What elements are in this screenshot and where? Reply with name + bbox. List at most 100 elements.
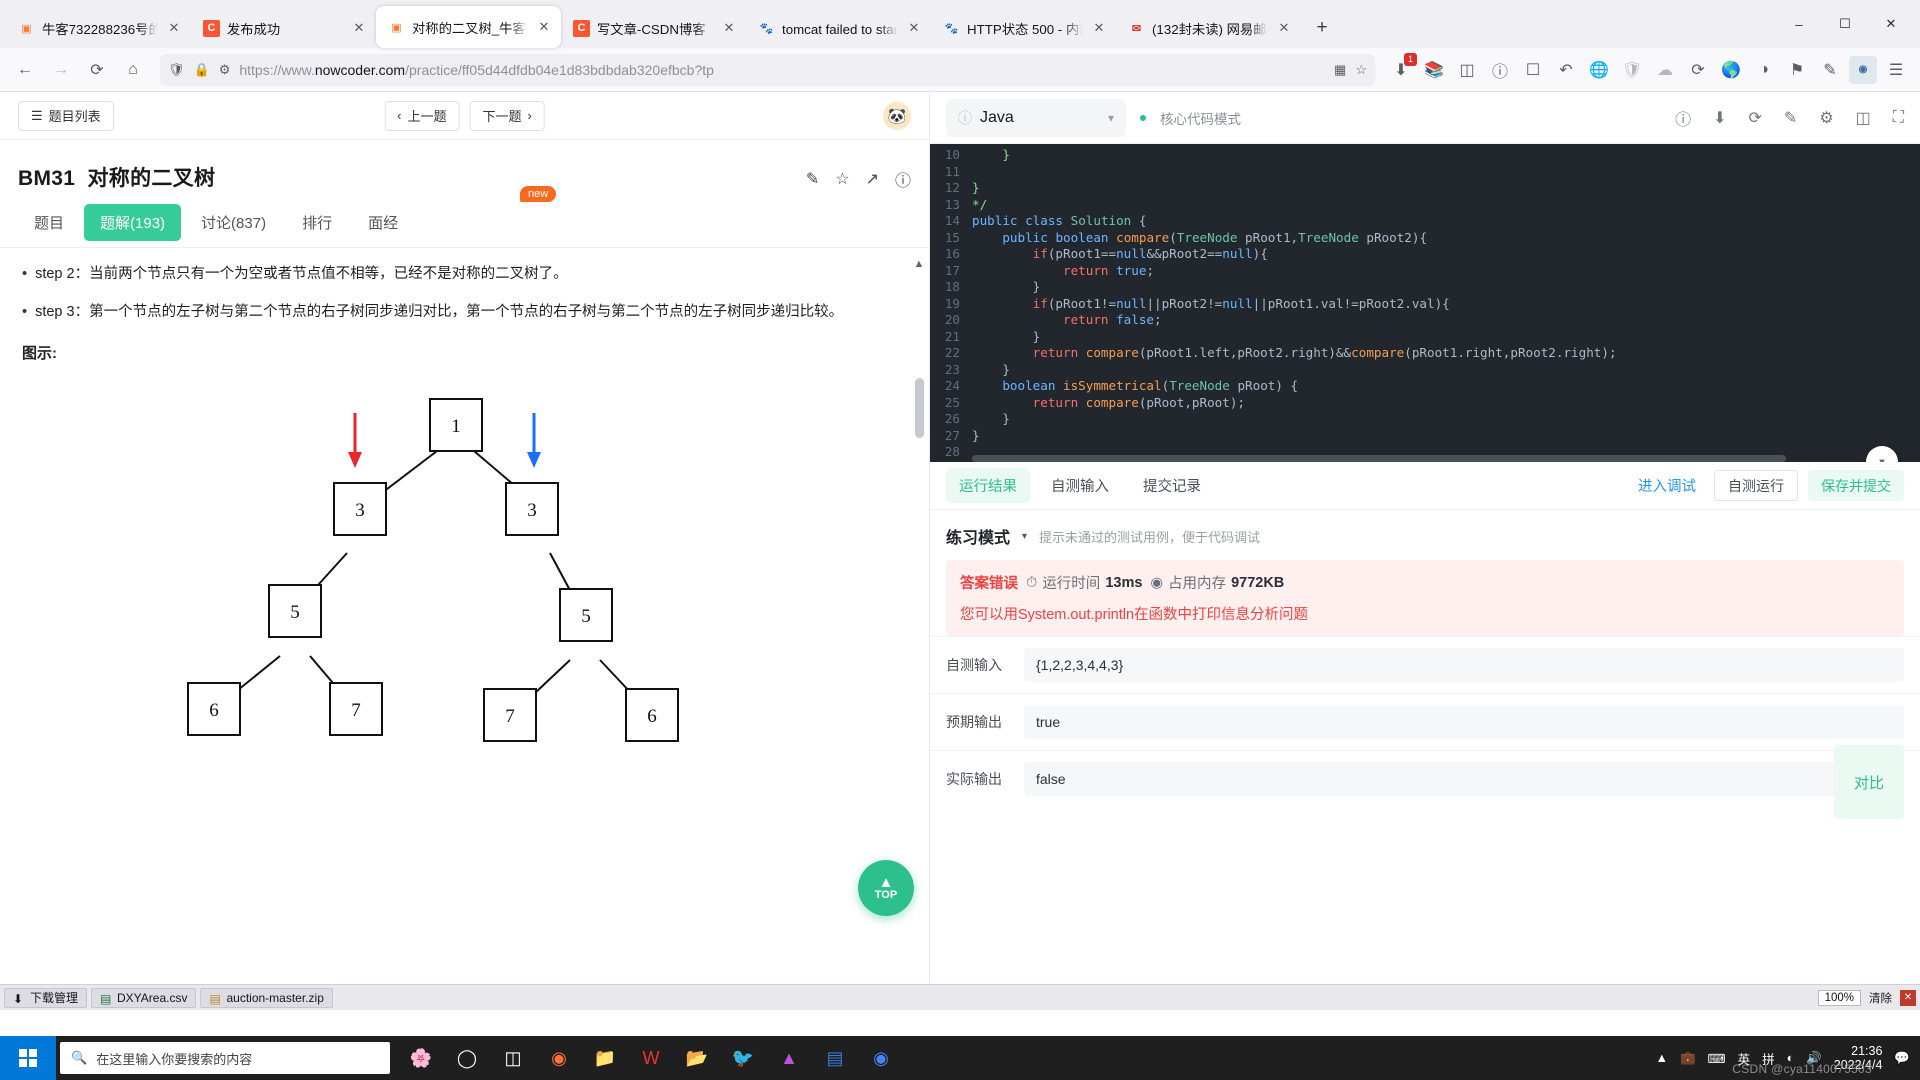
browser-tab-1[interactable]: ▣ 牛客732288236号的个人主页 ✕ xyxy=(6,8,191,48)
qr-icon[interactable]: ▦ xyxy=(1334,62,1346,78)
back-to-top-button[interactable]: ▲ TOP xyxy=(858,860,914,916)
download-icon[interactable]: ⬇ xyxy=(1713,108,1726,128)
account-icon[interactable]: ⓘ xyxy=(1484,54,1516,86)
fullscreen-icon[interactable]: ⛶ xyxy=(1893,109,1904,127)
compare-button[interactable]: 对比 xyxy=(1834,745,1904,819)
keyboard-icon[interactable]: ⌨ xyxy=(1708,1051,1726,1066)
language-selector[interactable]: ⓘ Java ▾ xyxy=(946,98,1126,137)
tab-solutions[interactable]: 题解(193) xyxy=(84,204,182,241)
browser-tab-3-active[interactable]: ▣ 对称的二叉树_牛客题霸_牛客网 ✕ xyxy=(376,6,561,48)
download-item[interactable]: ▤ DXYArea.csv xyxy=(91,987,197,1008)
library-icon[interactable]: 📚 xyxy=(1418,54,1450,86)
profile-extension-icon[interactable]: ◉ xyxy=(1847,54,1879,86)
pocket-icon[interactable]: ⚑ xyxy=(1781,54,1813,86)
cloud-extension-icon[interactable]: ☁ xyxy=(1649,54,1681,86)
zoom-level[interactable]: 100% xyxy=(1817,989,1861,1006)
firefox-icon[interactable]: ◉ xyxy=(538,1036,580,1080)
tab-ranking[interactable]: 排行 xyxy=(286,204,348,241)
chevron-down-icon[interactable]: ▾ xyxy=(1022,531,1027,542)
close-window-button[interactable]: ✕ xyxy=(1868,0,1914,48)
tray-app-icon[interactable]: 💼 xyxy=(1680,1051,1696,1066)
content-scrollbar[interactable]: ▲ xyxy=(914,258,926,984)
star-icon[interactable]: ☆ xyxy=(835,169,849,189)
folder-icon[interactable]: 📂 xyxy=(676,1036,718,1080)
reload-icon[interactable]: ⟳ xyxy=(80,54,114,86)
dark-mode-icon[interactable]: ◑ xyxy=(1748,54,1780,86)
practice-mode-label[interactable]: 练习模式 xyxy=(946,524,1010,548)
file-explorer-icon[interactable]: 📁 xyxy=(584,1036,626,1080)
screenshot-icon[interactable]: ☐ xyxy=(1517,54,1549,86)
download-manager-button[interactable]: ⬇ 下载管理 xyxy=(4,987,88,1008)
close-download-bar-icon[interactable]: ✕ xyxy=(1900,989,1916,1006)
self-run-button[interactable]: 自测运行 xyxy=(1714,470,1798,501)
notifications-icon[interactable]: 💬 xyxy=(1894,1051,1910,1066)
scrollbar-thumb[interactable] xyxy=(915,378,924,438)
tab-close-icon[interactable]: ✕ xyxy=(350,20,368,36)
qq-icon[interactable]: 🐦 xyxy=(722,1036,764,1080)
cortana-icon[interactable]: ◯ xyxy=(446,1036,488,1080)
pane-resize-handle[interactable]: ⋮ xyxy=(930,450,933,461)
wps-icon[interactable]: W xyxy=(630,1036,672,1080)
tab-run-result[interactable]: 运行结果 xyxy=(946,468,1030,503)
reset-icon[interactable]: ⟳ xyxy=(1749,108,1762,128)
clear-downloads-button[interactable]: 清除 xyxy=(1869,990,1892,1006)
taskbar-search-input[interactable]: 🔍 在这里输入你要搜索的内容 xyxy=(60,1042,390,1074)
navicat-icon[interactable]: ▤ xyxy=(814,1036,856,1080)
minimize-button[interactable]: – xyxy=(1776,0,1822,48)
show-hidden-icons-icon[interactable]: ▲ xyxy=(1656,1051,1668,1065)
new-tab-button[interactable]: + xyxy=(1305,11,1339,45)
problem-list-button[interactable]: ☰ 题目列表 xyxy=(18,100,114,131)
sync-icon[interactable]: ⟳ xyxy=(1682,54,1714,86)
scroll-up-icon[interactable]: ▲ xyxy=(912,258,926,274)
taskbar-pinned-app-icon[interactable]: 🌸 xyxy=(400,1036,442,1080)
home-icon[interactable]: ⌂ xyxy=(116,54,150,86)
tab-close-icon[interactable]: ✕ xyxy=(1275,20,1293,36)
idea-icon[interactable]: ▲ xyxy=(768,1036,810,1080)
user-avatar[interactable]: 🐼 xyxy=(883,101,911,130)
code-editor[interactable]: 10 } 11 12} 13 */14 public class Solution {15… xyxy=(930,144,1920,462)
tab-self-test-input[interactable]: 自测输入 xyxy=(1038,468,1122,503)
browser-tab-4[interactable]: C 写文章-CSDN博客 ✕ xyxy=(561,8,746,48)
chrome-icon[interactable]: ◉ xyxy=(860,1036,902,1080)
tab-close-icon[interactable]: ✕ xyxy=(905,20,923,36)
task-view-icon[interactable]: ◫ xyxy=(492,1036,534,1080)
globe-icon[interactable]: 🌎 xyxy=(1715,54,1747,86)
maximize-button[interactable]: ☐ xyxy=(1822,0,1868,48)
note-icon[interactable]: ✎ xyxy=(1814,54,1846,86)
browser-tab-6[interactable]: 🐾 HTTP状态 500 - 内部服务器错误 ✕ xyxy=(931,8,1116,48)
edit-icon[interactable]: ✎ xyxy=(806,169,819,189)
tab-close-icon[interactable]: ✕ xyxy=(535,19,553,35)
format-icon[interactable]: ✎ xyxy=(1784,108,1797,128)
code-horizontal-scrollbar[interactable] xyxy=(972,455,1918,462)
browser-tab-2[interactable]: C 发布成功 ✕ xyxy=(191,8,376,48)
help-icon[interactable]: ⓘ xyxy=(1675,106,1691,130)
address-bar[interactable]: 🛡 🔒 ⚙ https://www.nowcoder.com/practice/… xyxy=(160,53,1375,86)
layout-icon[interactable]: ◫ xyxy=(1856,108,1871,128)
self-test-input-value[interactable]: {1,2,2,3,4,4,3} xyxy=(1024,648,1904,682)
tab-close-icon[interactable]: ✕ xyxy=(165,20,183,36)
downloads-icon[interactable]: ⬇ xyxy=(1385,52,1417,86)
download-item[interactable]: ▤ auction-master.zip xyxy=(200,987,333,1008)
report-icon[interactable]: ⓘ xyxy=(895,167,911,191)
share-icon[interactable]: ↗ xyxy=(866,169,879,189)
bookmark-star-icon[interactable]: ☆ xyxy=(1355,62,1367,78)
settings-icon[interactable]: ⚙ xyxy=(1819,108,1833,128)
back-icon[interactable]: ← xyxy=(8,54,42,86)
enter-debug-link[interactable]: 进入调试 xyxy=(1630,475,1704,496)
sidebar-icon[interactable]: ◫ xyxy=(1451,54,1483,86)
save-submit-button[interactable]: 保存并提交 xyxy=(1808,470,1904,501)
start-button-icon[interactable] xyxy=(0,1036,56,1080)
undo-icon[interactable]: ↶ xyxy=(1550,54,1582,86)
next-problem-button[interactable]: 下一题 › xyxy=(469,100,545,131)
tab-submission-history[interactable]: 提交记录 xyxy=(1130,468,1214,503)
forward-icon[interactable]: → xyxy=(44,54,78,86)
tab-close-icon[interactable]: ✕ xyxy=(720,20,738,36)
tab-description[interactable]: 题目 xyxy=(18,204,80,241)
tab-discussion[interactable]: 讨论(837) xyxy=(185,204,282,241)
shield-extension-icon[interactable]: 🛡 xyxy=(1616,54,1648,86)
tab-close-icon[interactable]: ✕ xyxy=(1090,20,1108,36)
browser-tab-5[interactable]: 🐾 tomcat failed to start_百度搜索 ✕ xyxy=(746,8,931,48)
prev-problem-button[interactable]: ‹ 上一题 xyxy=(384,100,460,131)
translate-icon[interactable]: 🌐 xyxy=(1583,54,1615,86)
browser-tab-7[interactable]: ✉ (132封未读) 网易邮箱6.0版 ✕ xyxy=(1116,8,1301,48)
